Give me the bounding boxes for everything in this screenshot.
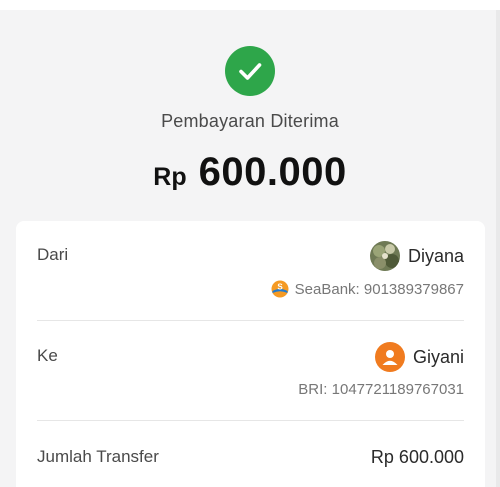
sender-avatar	[369, 241, 400, 271]
top-bar	[0, 0, 500, 10]
sender-name: Diyana	[407, 245, 464, 266]
status-title: Pembayaran Diterima	[161, 111, 339, 131]
check-circle-icon	[225, 46, 275, 96]
amount-display: Rp 600.000	[0, 150, 500, 195]
amount-currency: Rp	[153, 163, 187, 191]
recipient-name: Giyani	[412, 346, 464, 367]
from-label: Dari	[37, 245, 69, 264]
person-icon	[374, 342, 405, 372]
recipient-account-number: BRI: 1047721189767031	[298, 381, 464, 398]
seabank-logo-icon: S	[271, 280, 289, 298]
recipient: Giyani	[374, 342, 464, 372]
divider	[37, 420, 464, 421]
total-value: Rp 600.000	[370, 447, 464, 467]
to-label: Ke	[37, 346, 58, 365]
payment-receipt-screen: Pembayaran Diterima Rp 600.000 Dari Diya…	[0, 0, 500, 487]
svg-text:S: S	[277, 283, 283, 292]
sender-account: S SeaBank: 901389379867	[271, 280, 464, 298]
edge-shadow	[496, 10, 500, 487]
sender: Diyana	[369, 241, 464, 271]
divider	[37, 320, 464, 321]
transfer-details-card: Dari Diyana S SeaBank: 901389379867 Ke G…	[16, 221, 485, 487]
total-label: Jumlah Transfer	[37, 447, 159, 466]
sender-account-number: SeaBank: 901389379867	[294, 280, 464, 298]
amount-value: 600.000	[198, 150, 347, 194]
recipient-account: BRI: 1047721189767031	[298, 381, 464, 398]
